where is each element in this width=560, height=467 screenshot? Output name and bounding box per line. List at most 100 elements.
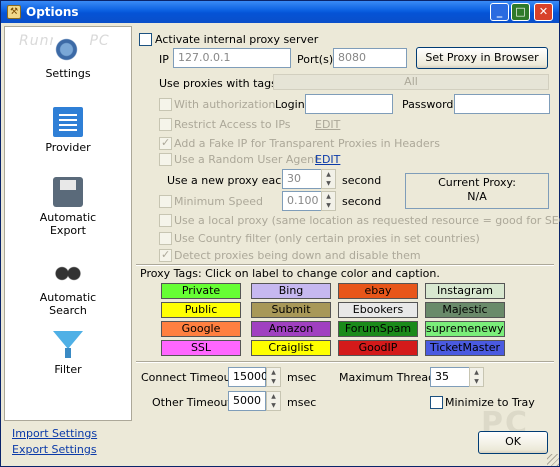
current-proxy-box: Current Proxy: N/A (405, 173, 549, 209)
restrict-access-checkbox[interactable] (159, 118, 172, 131)
restrict-access-label: Restrict Access to IPs (174, 118, 291, 131)
sidebar-item-label: Provider (45, 141, 91, 154)
app-icon: ⚒ (7, 5, 21, 19)
with-authorization-label: With authorization (174, 98, 276, 111)
list-icon (53, 107, 83, 137)
minimum-speed-label: Minimum Speed (174, 195, 263, 208)
ok-button[interactable]: OK (478, 431, 548, 454)
proxy-tag-instagram[interactable]: Instagram (425, 283, 505, 299)
window-title: Options (26, 5, 79, 19)
new-proxy-spinner[interactable]: ▲ ▼ (321, 169, 336, 189)
password-label: Password (402, 98, 454, 111)
proxy-tag-public[interactable]: Public (161, 302, 241, 318)
sidebar-item-label: Settings (45, 67, 91, 80)
title-bar[interactable]: ⚒ Options _ □ ✕ (1, 1, 559, 23)
current-proxy-value: N/A (467, 190, 487, 203)
close-button[interactable]: ✕ (534, 3, 553, 21)
divider (136, 361, 554, 362)
sidebar-item-label: Automatic Export (39, 211, 97, 237)
ip-input[interactable]: 127.0.0.1 (173, 48, 291, 68)
second-label-1: second (342, 174, 382, 187)
tags-select[interactable]: All (273, 74, 549, 90)
minimum-speed-spinner[interactable]: ▲ ▼ (321, 191, 336, 211)
proxy-tag-google[interactable]: Google (161, 321, 241, 337)
other-timeout-spinner[interactable]: ▲ ▼ (266, 391, 281, 411)
new-proxy-input[interactable]: 30 (282, 169, 322, 189)
sidebar-item-label: Filter (54, 363, 82, 376)
country-filter-label: Use Country filter (only certain proxies… (174, 232, 480, 245)
login-label: Login (275, 98, 305, 111)
minimum-speed-input[interactable]: 0.100 (282, 191, 322, 211)
options-window: ⚒ Options _ □ ✕ Running PC Settings Prov… (0, 0, 560, 467)
proxy-tag-ebay[interactable]: ebay (338, 283, 418, 299)
binoculars-icon (53, 257, 83, 287)
local-proxy-checkbox[interactable] (159, 214, 172, 227)
proxy-tag-craiglist[interactable]: Craiglist (251, 340, 331, 356)
maximum-threads-input[interactable]: 35 (430, 367, 470, 387)
sidebar: Running PC Settings Provider Automatic E… (4, 26, 132, 421)
sidebar-item-label: Automatic Search (39, 291, 97, 317)
sidebar-item-automatic-export[interactable]: Automatic Export (5, 177, 131, 237)
activate-proxy-label: Activate internal proxy server (155, 33, 319, 46)
password-input[interactable] (454, 94, 550, 114)
connect-timeout-spinner[interactable]: ▲ ▼ (266, 367, 281, 387)
other-timeout-input[interactable]: 5000 (228, 391, 266, 411)
proxy-tag-private[interactable]: Private (161, 283, 241, 299)
port-input[interactable]: 8080 (333, 48, 407, 68)
proxy-tag-ssl[interactable]: SSL (161, 340, 241, 356)
import-settings-link[interactable]: Import Settings (12, 426, 97, 442)
maximum-threads-label: Maximum Threads (339, 371, 441, 384)
restrict-edit-link[interactable]: EDIT (315, 118, 340, 131)
connect-timeout-label: Connect Timeout (141, 371, 235, 384)
ip-label: IP (159, 53, 169, 66)
minimize-to-tray-checkbox[interactable] (430, 396, 443, 409)
proxy-tag-submit[interactable]: Submit (251, 302, 331, 318)
user-agent-edit-link[interactable]: EDIT (315, 153, 340, 166)
minimum-speed-checkbox[interactable] (159, 195, 172, 208)
port-label: Port(s) (297, 53, 334, 66)
proxy-tags-header: Proxy Tags: Click on label to change col… (140, 267, 440, 280)
proxy-tag-goodip[interactable]: GoodIP (338, 340, 418, 356)
detect-down-label: Detect proxies being down and disable th… (174, 249, 421, 262)
proxy-tag-forumspam[interactable]: ForumSpam (338, 321, 418, 337)
proxy-tag-majestic[interactable]: Majestic (425, 302, 505, 318)
detect-down-checkbox[interactable] (159, 248, 172, 262)
set-proxy-in-browser-button[interactable]: Set Proxy in Browser (416, 47, 548, 69)
floppy-icon (53, 177, 83, 207)
funnel-icon (53, 329, 83, 359)
login-input[interactable] (305, 94, 393, 114)
proxy-tag-bing[interactable]: Bing (251, 283, 331, 299)
use-tags-label: Use proxies with tags: (159, 77, 281, 90)
maximize-button[interactable]: □ (511, 3, 530, 21)
with-authorization-checkbox[interactable] (159, 98, 172, 111)
settings-links: Import Settings Export Settings (12, 426, 97, 458)
divider (136, 264, 554, 265)
random-user-agent-label: Use a Random User Agent (174, 153, 319, 166)
new-proxy-label: Use a new proxy each (167, 174, 289, 187)
gear-icon (53, 33, 83, 63)
export-settings-link[interactable]: Export Settings (12, 442, 97, 458)
proxy-tag-ebookers[interactable]: Ebookers (338, 302, 418, 318)
fake-ip-label: Add a Fake IP for Transparent Proxies in… (174, 137, 440, 150)
maximum-threads-spinner[interactable]: ▲ ▼ (469, 367, 484, 387)
random-user-agent-checkbox[interactable] (159, 153, 172, 166)
minimize-button[interactable]: _ (490, 3, 509, 21)
proxy-tag-ticketmaster[interactable]: TicketMaster (425, 340, 505, 356)
resize-grip[interactable] (547, 454, 559, 466)
sidebar-item-automatic-search[interactable]: Automatic Search (5, 257, 131, 317)
local-proxy-label: Use a local proxy (same location as requ… (174, 214, 560, 227)
country-filter-checkbox[interactable] (159, 232, 172, 245)
sidebar-item-provider[interactable]: Provider (5, 107, 131, 154)
current-proxy-label: Current Proxy: (438, 176, 516, 189)
connect-timeout-input[interactable]: 15000 (228, 367, 268, 387)
connect-timeout-unit: msec (287, 371, 317, 384)
other-timeout-unit: msec (287, 396, 317, 409)
second-label-2: second (342, 195, 382, 208)
sidebar-item-settings[interactable]: Settings (5, 33, 131, 80)
sidebar-item-filter[interactable]: Filter (5, 329, 131, 376)
fake-ip-checkbox[interactable] (159, 136, 172, 150)
other-timeout-label: Other Timeout (152, 396, 232, 409)
proxy-tag-amazon[interactable]: Amazon (251, 321, 331, 337)
proxy-tag-supremenewyork[interactable]: supremenewyork (425, 321, 505, 337)
activate-proxy-checkbox[interactable] (139, 33, 152, 46)
